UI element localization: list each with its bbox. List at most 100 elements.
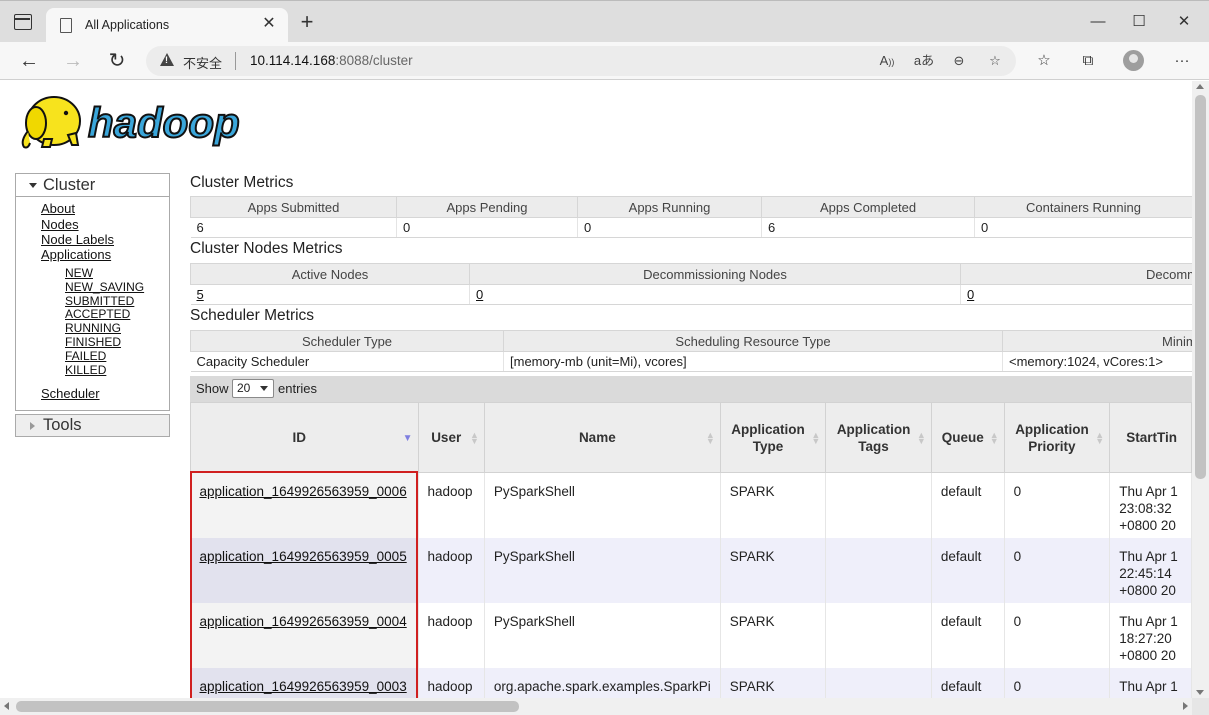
header-apps-submitted: Apps Submitted — [190, 196, 397, 218]
sort-icon[interactable]: ▲ ▼ — [470, 431, 479, 446]
insecure-label[interactable]: 不安全 — [183, 53, 222, 72]
app-priority: 0 — [1004, 472, 1111, 538]
read-aloud-icon[interactable]: A)) — [876, 50, 898, 72]
app-tags — [825, 472, 932, 538]
header-decommissioned-nodes: Decommis — [960, 263, 1192, 285]
nav-killed-link[interactable]: KILLED — [65, 363, 106, 377]
cluster-label[interactable]: Cluster — [43, 176, 95, 195]
application-id-link[interactable]: application_1649926563959_0004 — [200, 614, 407, 629]
app-user: hadoop — [418, 472, 485, 538]
warning-icon[interactable] — [160, 53, 174, 66]
nav-node-labels-link[interactable]: Node Labels — [41, 232, 114, 247]
column-name[interactable]: Name ▲ ▼ — [483, 402, 721, 473]
header-active-nodes: Active Nodes — [190, 263, 470, 285]
app-type: SPARK — [720, 537, 827, 603]
cluster-nav-header[interactable]: Cluster — [16, 174, 169, 197]
maximize-icon[interactable]: ☐ — [1127, 11, 1151, 33]
nav-new-saving-link[interactable]: NEW_SAVING — [65, 280, 144, 294]
scroll-right-icon[interactable] — [1183, 702, 1188, 710]
more-menu-icon[interactable]: ··· — [1170, 50, 1194, 72]
decommissioning-nodes-link[interactable]: 0 — [476, 287, 483, 302]
show-label: Show — [196, 381, 229, 396]
new-tab-icon[interactable]: + — [296, 11, 318, 33]
sort-icon[interactable]: ▲ ▼ — [811, 431, 820, 446]
value-containers-running: 0 — [974, 217, 1192, 238]
header-scheduling-resource-type: Scheduling Resource Type — [503, 330, 1003, 352]
active-nodes-link[interactable]: 5 — [197, 287, 204, 302]
sort-icon[interactable]: ▲ ▼ — [1095, 431, 1104, 446]
zoom-icon[interactable]: ⊖ — [948, 50, 970, 72]
nav-applications-link[interactable]: Applications — [41, 247, 111, 262]
vertical-scroll-thumb[interactable] — [1195, 95, 1206, 479]
page-size-select[interactable]: 20 — [232, 379, 274, 398]
app-name: PySparkShell — [484, 472, 721, 538]
url-text[interactable]: 10.114.14.168:8088/cluster — [250, 53, 413, 68]
app-name: PySparkShell — [484, 602, 721, 668]
column-queue[interactable]: Queue ▲ ▼ — [930, 402, 1005, 473]
app-priority: 0 — [1004, 667, 1111, 698]
tools-label[interactable]: Tools — [43, 416, 82, 435]
nav-nodes-link[interactable]: Nodes — [41, 217, 79, 232]
sort-desc-icon[interactable]: ▼ — [403, 434, 413, 444]
profile-avatar[interactable] — [1123, 50, 1144, 71]
back-icon[interactable]: ← — [16, 48, 42, 74]
tab-actions-icon[interactable] — [14, 14, 32, 30]
column-id[interactable]: ID ▼ — [190, 402, 419, 473]
app-tags — [825, 602, 932, 668]
minimize-icon[interactable]: — — [1086, 11, 1110, 33]
scroll-down-icon[interactable] — [1196, 690, 1204, 695]
app-user: hadoop — [418, 537, 485, 603]
nav-accepted-link[interactable]: ACCEPTED — [65, 307, 130, 321]
scroll-left-icon[interactable] — [4, 702, 9, 710]
expand-right-icon[interactable] — [30, 422, 35, 430]
application-id-link[interactable]: application_1649926563959_0005 — [200, 549, 407, 564]
close-window-icon[interactable]: ✕ — [1172, 11, 1196, 33]
value-apps-submitted: 6 — [190, 217, 397, 238]
decommissioned-nodes-link[interactable]: 0 — [967, 287, 974, 302]
add-favorite-icon[interactable]: ☆ — [984, 50, 1006, 72]
column-application-type[interactable]: Application Type ▲ ▼ — [719, 402, 827, 473]
header-apps-completed: Apps Completed — [761, 196, 975, 218]
favorites-icon[interactable]: ☆ — [1032, 50, 1056, 72]
scroll-up-icon[interactable] — [1196, 84, 1204, 89]
column-application-tags[interactable]: Application Tags ▲ ▼ — [825, 402, 932, 473]
scheduler-metrics-table: Scheduler Type Scheduling Resource Type … — [190, 330, 1192, 372]
column-start-time[interactable]: StartTin — [1109, 402, 1192, 473]
close-tab-icon[interactable]: ✕ — [260, 15, 278, 33]
app-priority: 0 — [1004, 537, 1111, 603]
app-user: hadoop — [418, 667, 485, 698]
tools-nav-header[interactable]: Tools — [15, 414, 170, 437]
horizontal-scroll-thumb[interactable] — [16, 701, 519, 712]
nav-new-link[interactable]: NEW — [65, 266, 93, 280]
nav-scheduler-link[interactable]: Scheduler — [41, 386, 100, 401]
nav-finished-link[interactable]: FINISHED — [65, 335, 121, 349]
address-bar[interactable]: 不安全 10.114.14.168:8088/cluster A)) aあ ⊖ … — [146, 46, 1016, 76]
translate-icon[interactable]: aあ — [913, 50, 935, 72]
app-tags — [825, 537, 932, 603]
nav-about-link[interactable]: About — [41, 201, 75, 216]
vertical-scrollbar[interactable] — [1192, 81, 1209, 698]
column-application-priority[interactable]: Application Priority ▲ ▼ — [1003, 402, 1111, 473]
nav-running-link[interactable]: RUNNING — [65, 321, 121, 335]
cluster-nodes-metrics-table: Active Nodes Decommissioning Nodes Decom… — [190, 263, 1192, 305]
value-scheduler-type: Capacity Scheduler — [190, 351, 504, 372]
refresh-icon[interactable]: ↻ — [104, 48, 130, 74]
sort-icon[interactable]: ▲ ▼ — [706, 431, 715, 446]
horizontal-scrollbar[interactable] — [0, 698, 1192, 715]
app-queue: default — [931, 472, 1005, 538]
application-id-link[interactable]: application_1649926563959_0003 — [200, 679, 407, 694]
expand-down-icon[interactable] — [29, 183, 37, 188]
browser-tab[interactable]: All Applications ✕ — [46, 8, 288, 43]
application-id-link[interactable]: application_1649926563959_0006 — [200, 484, 407, 499]
collections-icon[interactable]: ⧉ — [1076, 50, 1100, 72]
app-queue: default — [931, 667, 1005, 698]
nav-submitted-link[interactable]: SUBMITTED — [65, 294, 134, 308]
value-minimum-allocation: <memory:1024, vCores:1> — [1002, 351, 1192, 372]
sort-icon[interactable]: ▲ ▼ — [917, 431, 926, 446]
app-start-time: Thu Apr 1 — [1109, 667, 1192, 698]
sort-icon[interactable]: ▲ ▼ — [990, 431, 999, 446]
header-decommissioning-nodes: Decommissioning Nodes — [469, 263, 961, 285]
column-user[interactable]: User ▲ ▼ — [417, 402, 485, 473]
nav-failed-link[interactable]: FAILED — [65, 349, 106, 363]
url-separator — [235, 52, 236, 70]
